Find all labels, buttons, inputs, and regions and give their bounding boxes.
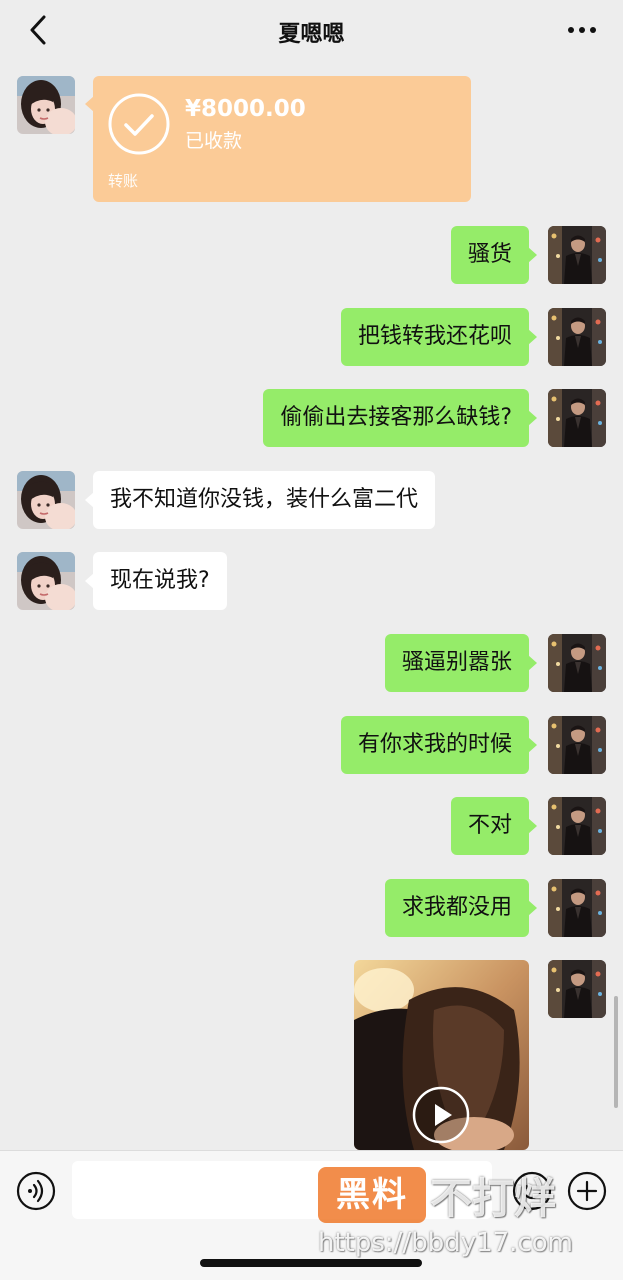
message-bubble[interactable]: 我不知道你没钱，装什么富二代	[84, 471, 436, 529]
message-bubble[interactable]: 有你求我的时候	[340, 716, 538, 774]
my-avatar[interactable]	[548, 226, 606, 284]
chat-title: 夏嗯嗯	[278, 22, 345, 47]
my-avatar[interactable]	[548, 879, 606, 937]
chat-header: 夏嗯嗯	[0, 0, 623, 60]
my-avatar[interactable]	[548, 389, 606, 447]
more-icon	[568, 27, 596, 33]
play-icon[interactable]	[412, 1086, 470, 1144]
my-avatar[interactable]	[548, 960, 606, 1018]
message-bubble[interactable]: 求我都没用	[384, 879, 538, 937]
transfer-label: 转账	[108, 172, 139, 190]
message-bubble[interactable]: 骚逼别嚣张	[384, 634, 538, 692]
check-icon	[108, 93, 170, 155]
my-avatar[interactable]	[548, 634, 606, 692]
home-indicator[interactable]	[200, 1259, 422, 1267]
video-message[interactable]	[354, 960, 529, 1150]
message-bubble[interactable]: 骚货	[450, 226, 538, 284]
message-input[interactable]	[72, 1161, 492, 1219]
transfer-status: 已收款	[185, 130, 243, 152]
watermark-logo: 黑料	[318, 1167, 426, 1223]
plus-icon	[567, 1171, 607, 1211]
message-bubble[interactable]: 把钱转我还花呗	[340, 308, 538, 366]
message-bubble[interactable]: 偷偷出去接客那么缺钱?	[263, 389, 537, 447]
contact-avatar[interactable]	[17, 471, 75, 529]
more-button[interactable]	[567, 20, 597, 40]
message-bubble[interactable]: 现在说我?	[85, 552, 227, 610]
my-avatar[interactable]	[548, 716, 606, 774]
my-avatar[interactable]	[548, 308, 606, 366]
watermark-text: 不打烊	[430, 1174, 557, 1223]
scrollbar[interactable]	[614, 996, 618, 1108]
contact-avatar[interactable]	[17, 76, 75, 134]
voice-icon	[16, 1171, 56, 1211]
transfer-card[interactable]: ¥8000.00 已收款 转账	[85, 76, 471, 202]
transfer-amount: ¥8000.00	[185, 96, 306, 122]
my-avatar[interactable]	[548, 797, 606, 855]
watermark-url: https://bbdy17.com	[318, 1228, 573, 1258]
message-bubble[interactable]: 不对	[450, 797, 538, 855]
plus-button[interactable]	[567, 1171, 607, 1211]
contact-avatar[interactable]	[17, 552, 75, 610]
voice-button[interactable]	[16, 1171, 56, 1211]
